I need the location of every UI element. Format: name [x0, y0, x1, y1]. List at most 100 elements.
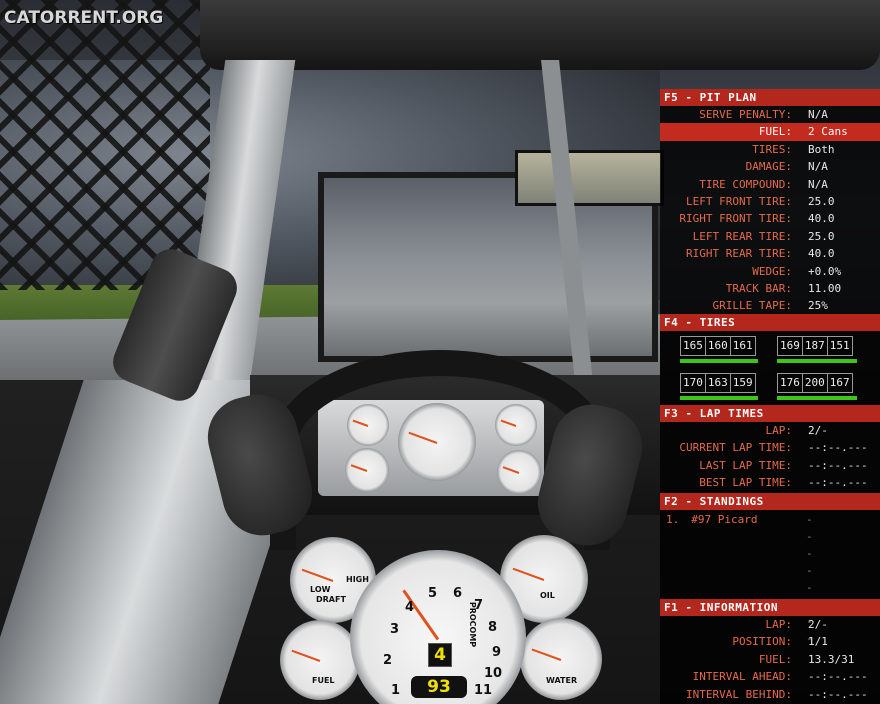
tire-temp: 159: [732, 376, 753, 389]
pit-plan-label: LEFT REAR TIRE:: [692, 229, 792, 243]
pit-plan-row[interactable]: WEDGE: +0.0%: [660, 263, 880, 280]
draft-gauge-label: DRAFT: [316, 595, 346, 604]
pit-plan-value: +0.0%: [808, 264, 842, 278]
information-label: LAP:: [765, 618, 793, 631]
tach-number: 8: [488, 620, 498, 635]
pit-plan-value: N/A: [808, 108, 828, 121]
tire-wear-bar-rf: [777, 359, 857, 363]
gear-indicator: 4: [428, 643, 452, 667]
pit-plan-value: 2 Cans: [808, 125, 848, 139]
water-gauge-label: WATER: [546, 676, 578, 685]
pit-plan-label: TIRES:: [752, 142, 792, 156]
information-value: 13.3/31: [808, 652, 855, 666]
pit-plan-row[interactable]: LEFT FRONT TIRE: 25.0: [660, 193, 880, 210]
information-header[interactable]: F1 - INFORMATION: [660, 599, 880, 616]
tire-temp: 167: [829, 376, 850, 389]
lap-times-value: --:--.---: [808, 458, 868, 472]
pit-plan-row[interactable]: SERVE PENALTY: N/A: [660, 106, 880, 123]
information-row[interactable]: POSITION: 1/1: [660, 633, 880, 650]
pit-plan-row[interactable]: LEFT REAR TIRE: 25.0: [660, 228, 880, 245]
lap-times-value: --:--.---: [808, 476, 868, 490]
lap-times-header[interactable]: F3 - LAP TIMES: [660, 405, 880, 422]
lap-times-label: LAP:: [765, 424, 793, 437]
roof-bar-padding: [200, 0, 880, 70]
pit-plan-value: 40.0: [808, 212, 835, 226]
information-row[interactable]: LAP: 2/-: [660, 616, 880, 633]
tire-temp: 165: [681, 337, 706, 355]
pit-plan-row[interactable]: DAMAGE: N/A: [660, 158, 880, 175]
information-value: --:--.---: [808, 670, 868, 684]
tire-temp: 161: [732, 339, 753, 352]
speed-readout: 93: [411, 676, 467, 698]
information-value: 1/1: [808, 635, 828, 649]
pit-plan-label: GRILLE TAPE:: [712, 299, 792, 313]
tire-right-front: 169 187 151: [777, 336, 853, 356]
tire-temp: 187: [803, 337, 828, 355]
tach-number: 10: [484, 666, 503, 681]
tach-number: 1: [391, 683, 401, 698]
standings-header[interactable]: F2 - STANDINGS: [660, 493, 880, 510]
fuel-gauge: FUEL: [280, 620, 360, 700]
pit-plan-label: DAMAGE:: [745, 160, 792, 174]
lap-times-row[interactable]: CURRENT LAP TIME: --:--.---: [660, 439, 880, 456]
standings-driver: #97 Picard: [691, 513, 758, 526]
pit-plan-label: TRACK BAR:: [725, 282, 792, 295]
information-value: 2/-: [808, 618, 828, 631]
pit-plan-value: N/A: [808, 160, 828, 174]
lap-times-value: 2/-: [808, 424, 828, 437]
tires-header[interactable]: F4 - TIRES: [660, 314, 880, 331]
information-label: FUEL:: [758, 652, 792, 666]
lap-times-row[interactable]: LAP: 2/-: [660, 422, 880, 439]
water-gauge: WATER: [520, 618, 602, 700]
tire-temp: 200: [803, 374, 828, 392]
pit-plan-row[interactable]: GRILLE TAPE: 25%: [660, 297, 880, 314]
pit-plan-row[interactable]: FUEL: 2 Cans: [660, 123, 880, 141]
tach-brand: PROCOMP: [468, 601, 478, 648]
pit-plan-row[interactable]: TIRES: Both: [660, 141, 880, 158]
standings-row: 1.#97 Picard--------: [666, 511, 813, 645]
pit-plan-label: TIRE COMPOUND:: [699, 177, 792, 191]
hud-panel: F5 - PIT PLAN SERVE PENALTY: N/A FUEL: 2 Ca…: [660, 89, 880, 704]
tire-temp: 160: [706, 337, 731, 355]
tach-number: 11: [474, 683, 493, 698]
pit-plan-value: 11.00: [808, 282, 842, 295]
oil-gauge-label: OIL: [540, 591, 555, 600]
tire-temp: 151: [829, 339, 850, 352]
tire-wear-bar-lr: [680, 396, 758, 400]
lap-times-value: --:--.---: [808, 441, 868, 455]
tach-number: 6: [453, 586, 463, 601]
draft-high-label: HIGH: [346, 575, 369, 584]
rear-view-mirror: [515, 150, 664, 206]
pit-plan-header[interactable]: F5 - PIT PLAN: [660, 89, 880, 106]
pit-plan-row[interactable]: RIGHT REAR TIRE: 40.0: [660, 245, 880, 262]
information-row[interactable]: INTERVAL BEHIND: --:--.---: [660, 686, 880, 703]
tire-temp: 169: [778, 337, 803, 355]
pit-plan-label: RIGHT FRONT TIRE:: [679, 212, 792, 226]
lap-times-label: LAST LAP TIME:: [699, 458, 792, 472]
tire-temp: 170: [681, 374, 706, 392]
pit-plan-value: 25.0: [808, 229, 835, 243]
draft-low-label: LOW: [310, 585, 331, 594]
lap-times-label: CURRENT LAP TIME:: [679, 441, 792, 455]
information-label: POSITION:: [732, 635, 792, 649]
lap-times-row[interactable]: BEST LAP TIME: --:--.---: [660, 474, 880, 491]
pit-plan-row[interactable]: TRACK BAR: 11.00: [660, 280, 880, 297]
information-row[interactable]: INTERVAL AHEAD: --:--.---: [660, 668, 880, 685]
tire-wear-bar-rr: [777, 396, 857, 400]
pit-plan-value: Both: [808, 142, 835, 156]
pit-plan-value: 25%: [808, 299, 828, 313]
information-label: INTERVAL BEHIND:: [686, 687, 792, 701]
information-row[interactable]: FUEL: 13.3/31: [660, 651, 880, 668]
pit-plan-row[interactable]: TIRE COMPOUND: N/A: [660, 176, 880, 193]
pit-plan-value: 25.0: [808, 195, 835, 208]
lap-times-row[interactable]: LAST LAP TIME: --:--.---: [660, 457, 880, 474]
tire-left-rear: 170 163 159: [680, 373, 756, 393]
window-net: [0, 0, 210, 290]
tire-wear-bar-lf: [680, 359, 758, 363]
pit-plan-row[interactable]: RIGHT FRONT TIRE: 40.0: [660, 210, 880, 227]
pit-plan-label: WEDGE:: [752, 264, 792, 278]
pit-plan-value: N/A: [808, 177, 828, 191]
tire-temp: 163: [706, 374, 731, 392]
watermark-logo: CATORRENT.ORG: [4, 8, 164, 28]
standings-position: 1.: [666, 513, 680, 526]
